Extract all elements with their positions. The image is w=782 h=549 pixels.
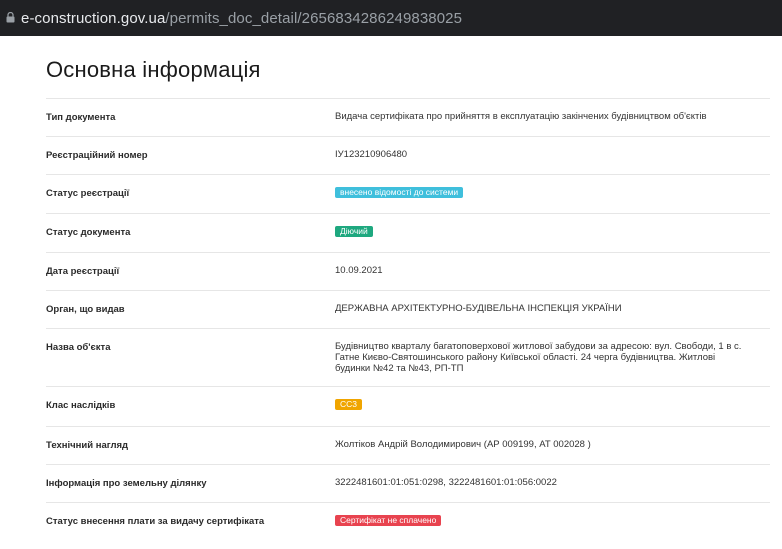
row-label: Статус реєстрації	[46, 188, 130, 199]
address-bar[interactable]: e-construction.gov.ua/permits_doc_detail…	[0, 0, 782, 36]
info-row-payment-status: Статус внесення плати за видачу сертифік…	[46, 502, 770, 542]
info-row-registration-status: Статус реєстрації внесено відомості до с…	[46, 174, 770, 213]
status-badge: Сертифікат не сплачено	[335, 515, 442, 526]
row-label: Тип документа	[46, 112, 116, 123]
row-value: 10.09.2021	[335, 265, 383, 276]
url-path: /permits_doc_detail/2656834286249838025	[165, 9, 463, 27]
row-value: ДЕРЖАВНА АРХІТЕКТУРНО-БУДІВЕЛЬНА ІНСПЕКЦ…	[335, 303, 622, 314]
row-value: Сертифікат не сплачено	[335, 515, 770, 542]
info-row-technical-supervision: Технічний нагляд Жолтіков Андрій Володим…	[46, 426, 770, 464]
info-row-document-status: Статус документа Діючий	[46, 213, 770, 252]
info-row-registration-date: Дата реєстрації 10.09.2021	[46, 252, 770, 290]
info-table: Тип документа Видача сертифіката про при…	[46, 98, 770, 542]
row-label: Назва об'єкта	[46, 342, 111, 353]
status-badge: Діючий	[335, 226, 373, 237]
row-label: Клас наслідків	[46, 400, 116, 411]
row-value: СС3	[335, 399, 770, 426]
row-label: Технічний нагляд	[46, 440, 129, 451]
row-value: ІУ123210906480	[335, 149, 408, 160]
class-badge: СС3	[335, 399, 363, 410]
row-label: Статус внесення плати за видачу сертифік…	[46, 516, 265, 527]
info-row-land-plot: Інформація про земельну ділянку 32224816…	[46, 464, 770, 502]
url-text[interactable]: e-construction.gov.ua/permits_doc_detail…	[21, 10, 462, 27]
info-row-document-type: Тип документа Видача сертифіката про при…	[46, 98, 770, 136]
row-label: Реєстраційний номер	[46, 150, 148, 161]
row-value: Будівництво кварталу багатоповерхової жи…	[335, 341, 742, 374]
row-value: внесено відомості до системи	[335, 187, 770, 213]
row-value: Жолтіков Андрій Володимирович (АР 009199…	[335, 439, 591, 450]
page-title: Основна інформація	[46, 57, 261, 82]
row-value: Видача сертифіката про прийняття в експл…	[335, 111, 707, 122]
info-row-consequence-class: Клас наслідків СС3	[46, 386, 770, 426]
url-domain: e-construction.gov.ua	[21, 9, 166, 27]
row-label: Дата реєстрації	[46, 266, 120, 277]
row-value: Діючий	[335, 226, 770, 252]
status-badge: внесено відомості до системи	[335, 187, 464, 198]
row-value: 3222481601:01:051:0298, 3222481601:01:05…	[335, 477, 557, 488]
info-row-issuing-authority: Орган, що видав ДЕРЖАВНА АРХІТЕКТУРНО-БУ…	[46, 290, 770, 328]
lock-icon	[6, 11, 15, 22]
info-row-registration-number: Реєстраційний номер ІУ123210906480	[46, 136, 770, 174]
row-label: Статус документа	[46, 227, 131, 238]
row-label: Інформація про земельну ділянку	[46, 478, 207, 489]
info-row-object-name: Назва об'єкта Будівництво кварталу багат…	[46, 328, 770, 386]
row-label: Орган, що видав	[46, 304, 125, 315]
